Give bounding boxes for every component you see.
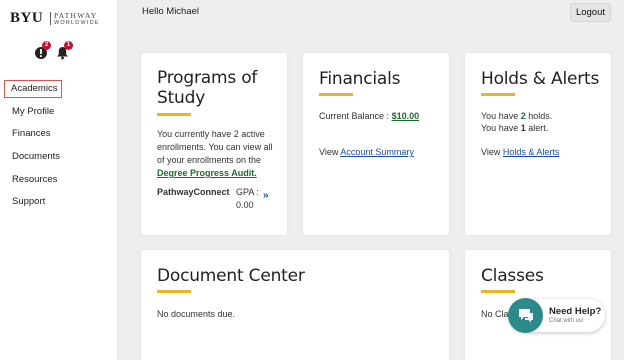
programs-text: You currently have 2 active enrollments.… — [157, 128, 277, 180]
financials-underline — [319, 93, 353, 96]
help-subtitle: Chat with us! — [549, 318, 584, 324]
balance-label: Current Balance : — [319, 111, 390, 121]
sidebar-item-academics[interactable]: Academics — [4, 80, 62, 98]
bell-badge: 1 — [64, 41, 73, 50]
holds-underline — [481, 93, 515, 96]
sidebar-nav: Academics My Profile Finances Documents … — [4, 80, 114, 216]
chat-button[interactable] — [508, 298, 543, 333]
programs-description: You currently have 2 active enrollments.… — [157, 129, 273, 165]
sidebar: BYU PATHWAY WORLDWIDE 2 1 Academics My P… — [0, 0, 118, 360]
logo-brand: BYU — [10, 10, 44, 26]
alerts-count: 1 — [520, 123, 526, 133]
sidebar-item-my-profile[interactable]: My Profile — [4, 103, 114, 126]
account-view-label: View — [319, 147, 339, 157]
logo-line1: PATHWAY — [54, 11, 98, 20]
holds-view-row: View Holds & Alerts — [481, 146, 559, 159]
sidebar-item-resources[interactable]: Resources — [4, 171, 114, 194]
sidebar-item-documents[interactable]: Documents — [4, 148, 114, 171]
logo-divider — [50, 12, 51, 25]
program-details-arrow-icon[interactable]: » — [263, 190, 269, 201]
holds-card: Holds & Alerts You have 2 holds. You hav… — [465, 53, 611, 235]
help-title: Need Help? — [549, 306, 602, 317]
alerts-count-row: You have 1 alert. — [481, 122, 548, 135]
account-summary-row: View Account Summary — [319, 146, 414, 159]
bell-notification-button[interactable]: 1 — [56, 41, 73, 60]
alerts-pre: You have — [481, 123, 519, 133]
program-name: PathwayConnect — [157, 187, 230, 197]
logo-line2: WORLDWIDE — [54, 20, 100, 26]
documents-status: No documents due. — [157, 309, 236, 319]
logout-button[interactable]: Logout — [569, 3, 611, 22]
classes-title: Classes — [481, 266, 544, 286]
programs-title: Programs of Study — [157, 68, 258, 108]
notification-icons: 2 1 — [34, 41, 84, 60]
top-bar: Hello Michael Logout — [118, 0, 624, 24]
sidebar-item-finances[interactable]: Finances — [4, 125, 114, 148]
holds-count: 2 — [520, 111, 526, 121]
document-center-underline — [157, 290, 191, 293]
need-help-chat-widget[interactable]: Need Help? Chat with us! — [508, 298, 605, 333]
byu-pathway-logo[interactable]: BYU PATHWAY WORLDWIDE — [10, 10, 110, 28]
financials-title: Financials — [319, 69, 401, 89]
holds-title: Holds & Alerts — [481, 69, 600, 89]
gpa-value: 0.00 — [236, 200, 254, 210]
financials-card: Financials Current Balance : $10.00 View… — [303, 53, 449, 235]
info-badge: 2 — [42, 41, 51, 50]
holds-view-label: View — [481, 147, 501, 157]
info-notification-button[interactable]: 2 — [34, 41, 51, 60]
holds-pre: You have — [481, 111, 519, 121]
greeting: Hello Michael — [142, 6, 200, 17]
holds-post: holds. — [528, 111, 553, 121]
balance-row: Current Balance : $10.00 — [319, 110, 419, 123]
alerts-post: alert. — [528, 123, 549, 133]
programs-card: Programs of Study You currently have 2 a… — [141, 53, 287, 235]
degree-progress-audit-link[interactable]: Degree Progress Audit. — [157, 168, 257, 178]
account-summary-link[interactable]: Account Summary — [340, 147, 414, 157]
document-center-title: Document Center — [157, 266, 305, 286]
document-center-card: Document Center No documents due. — [141, 250, 449, 360]
sidebar-item-support[interactable]: Support — [4, 193, 114, 216]
chat-bubble-icon — [519, 309, 533, 323]
holds-alerts-link[interactable]: Holds & Alerts — [503, 147, 560, 157]
programs-underline — [157, 113, 191, 116]
balance-value-link[interactable]: $10.00 — [392, 111, 420, 121]
classes-underline — [481, 290, 515, 293]
gpa-label: GPA : — [236, 187, 259, 197]
